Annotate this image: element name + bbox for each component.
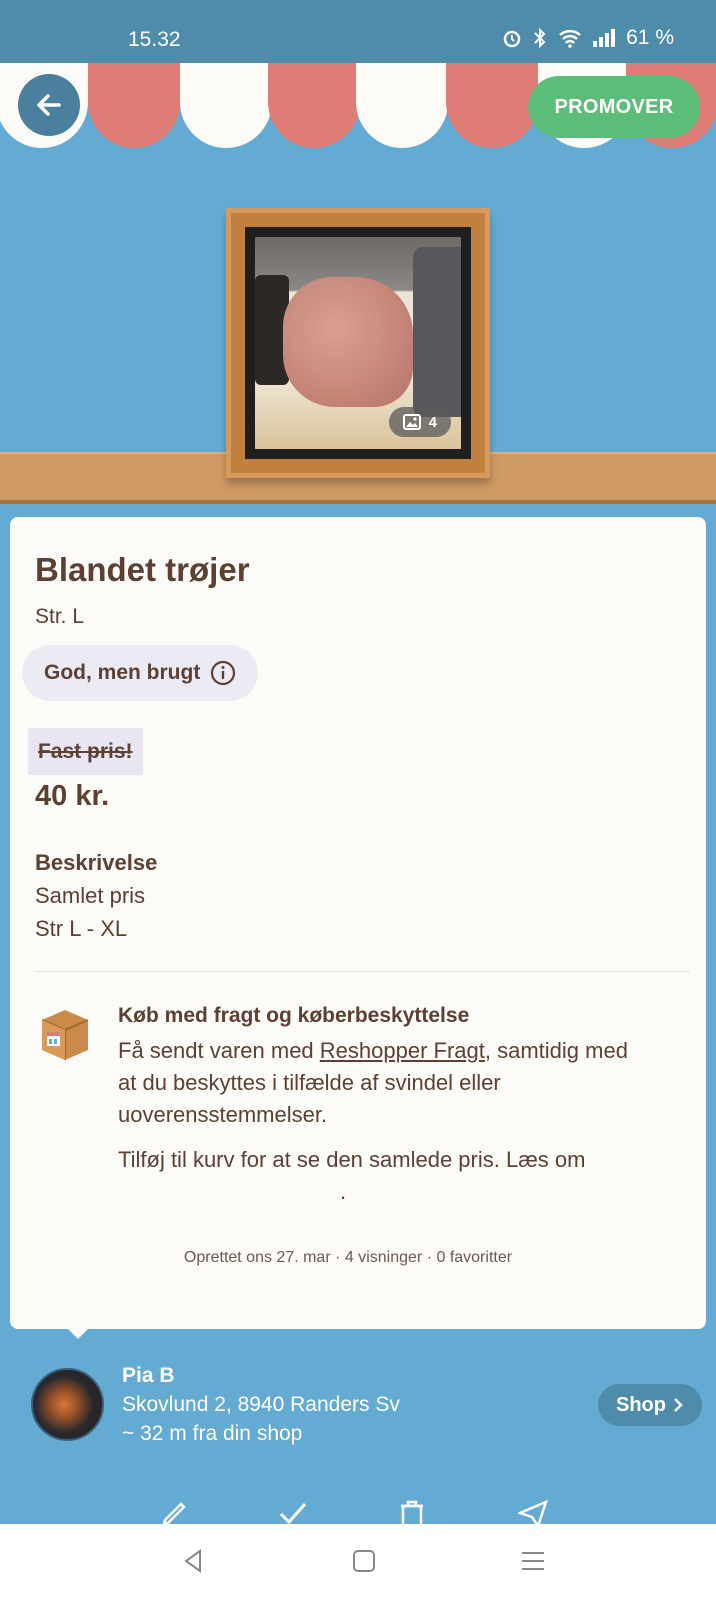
shipping-heading: Køb med fragt og køberbeskyttelse [118,1004,470,1027]
edit-icon[interactable] [160,1500,188,1524]
bluetooth-icon [534,28,546,48]
nav-back-icon[interactable] [180,1548,206,1579]
card-pointer [64,1325,92,1339]
listing-meta: Oprettet ons 27. mar · 4 visninger · 0 f… [183,1249,513,1266]
product-photo-frame[interactable]: 4 [226,208,490,478]
product-photo[interactable]: 4 [255,237,461,449]
seller-address: Skovlund 2, 8940 Randers Sv [122,1393,400,1416]
battery-level: 61 % [626,26,674,49]
shipping-body-prefix: Få sendt varen med [118,1038,320,1063]
check-icon[interactable] [278,1500,308,1524]
nav-recents-icon[interactable] [520,1548,546,1579]
seller-distance: ~ 32 m fra din shop [122,1422,303,1445]
chevron-right-icon [674,1398,683,1412]
photo-count-badge: 4 [388,407,451,437]
seller-avatar[interactable] [31,1368,104,1441]
shop-button-label: Shop [616,1393,666,1416]
info-icon[interactable] [210,660,236,686]
action-bar [0,1494,716,1524]
cart-info-text: Tilføj til kurv for at se den samlede pr… [118,1147,586,1172]
description-line: Samlet pris [35,883,146,908]
seller-name[interactable]: Pia B [122,1364,175,1388]
status-time: 15.32 [128,28,181,51]
listing-size: Str. L [35,605,85,628]
signal-icon [593,29,616,47]
package-icon [38,1006,92,1067]
divider [35,971,690,972]
status-icons: 61 % [502,26,674,50]
cart-info-dot: . [340,1179,347,1204]
shipping-body: Få sendt varen med Reshopper Fragt, samt… [118,1035,648,1131]
description-line: Str L - XL [35,916,128,941]
description-heading: Beskrivelse [35,850,158,875]
price: 40 kr. [35,780,110,812]
condition-chip[interactable]: God, men brugt [22,645,259,701]
fixed-price-label: Fast pris! [28,728,143,775]
back-arrow-icon [37,94,61,116]
system-nav-bar [0,1524,716,1600]
send-icon[interactable] [516,1499,549,1524]
listing-title: Blandet trøjer [35,551,250,588]
shop-button[interactable]: Shop [598,1384,702,1426]
reshopper-fragt-link[interactable]: Reshopper Fragt [320,1038,485,1063]
condition-label: God, men brugt [44,661,201,684]
promote-button[interactable]: PROMOVER [528,76,700,138]
wifi-icon [559,30,581,48]
photo-count: 4 [428,413,437,431]
nav-home-icon[interactable] [351,1548,377,1579]
image-icon [402,414,421,430]
trash-icon[interactable] [400,1500,424,1524]
alarm-icon [503,30,521,48]
back-button[interactable] [18,74,80,136]
listing-card: Blandet trøjer Str. L God, men brugt Fas… [10,517,706,1329]
status-bar: 15.32 61 % [0,0,716,63]
